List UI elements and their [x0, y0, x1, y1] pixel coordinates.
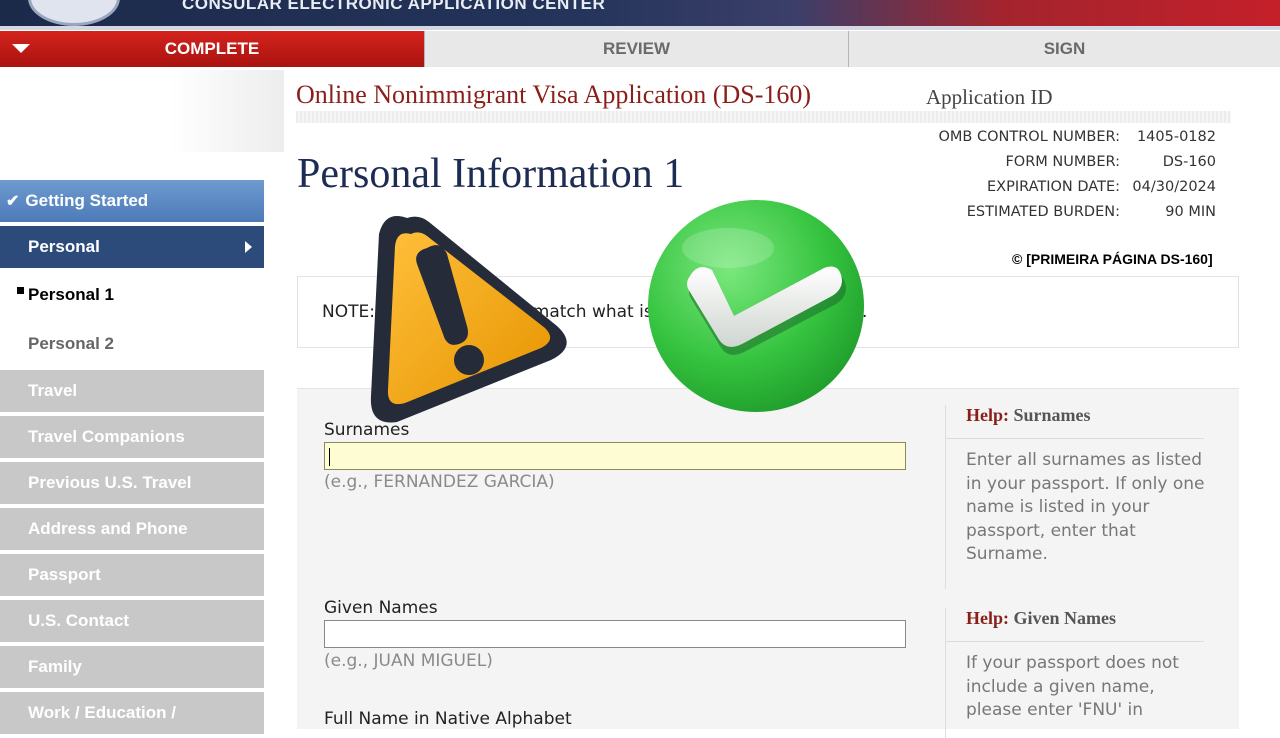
caret-right-icon — [245, 241, 252, 253]
surnames-example: (e.g., FERNANDEZ GARCIA) — [324, 472, 555, 492]
header-banner: CONSULAR ELECTRONIC APPLICATION CENTER — [0, 0, 1280, 30]
help-title: Given Names — [1013, 608, 1117, 628]
step-complete-label: COMPLETE — [164, 39, 260, 58]
nav-header-fade — [0, 70, 284, 152]
checkmark-icon: ✔ — [6, 193, 20, 210]
sidebar-item-label: Work / Education / — [28, 703, 176, 722]
current-page-bullet-icon — [17, 287, 24, 294]
omb-info: OMB CONTROL NUMBER: 1405-0182 FORM NUMBER… — [926, 124, 1217, 224]
page-title: Personal Information 1 — [297, 151, 685, 197]
banner-title: CONSULAR ELECTRONIC APPLICATION CENTER — [182, 0, 606, 13]
sidebar-item-label: Personal — [28, 237, 100, 256]
sidebar-item-getting-started[interactable]: ✔ Getting Started — [0, 180, 264, 222]
omb-value: 90 MIN — [1165, 203, 1216, 220]
application-title: Online Nonimmigrant Visa Application (DS… — [296, 80, 812, 109]
step-complete-tab[interactable]: COMPLETE — [0, 31, 424, 67]
given-names-input[interactable] — [324, 620, 906, 648]
sidebar-item-label: U.S. Contact — [28, 611, 130, 630]
sidebar-item-label: Travel Companions — [28, 427, 185, 446]
sidebar-item-travel[interactable]: Travel — [0, 370, 264, 412]
help-divider — [946, 641, 1204, 642]
sidebar-nav: ✔ Getting Started Personal Personal 1 Pe… — [0, 180, 264, 738]
chevron-down-icon — [12, 44, 30, 53]
help-given-names: Help: Given Names If your passport does … — [945, 608, 1204, 738]
omb-value: DS-160 — [1162, 153, 1216, 170]
surnames-input[interactable] — [324, 442, 906, 470]
state-department-seal — [28, 0, 120, 26]
sidebar-item-passport[interactable]: Passport — [0, 554, 264, 596]
help-divider — [946, 438, 1204, 439]
help-heading: Help: Given Names — [966, 608, 1116, 629]
help-prefix: Help: — [966, 608, 1009, 628]
omb-label: FORM NUMBER: — [1005, 153, 1120, 170]
application-id-label: Application ID — [926, 85, 1053, 109]
sidebar-item-label: Getting Started — [25, 191, 149, 210]
title-divider — [296, 111, 1231, 123]
omb-value: 1405-0182 — [1136, 128, 1216, 145]
sidebar-item-us-contact[interactable]: U.S. Contact — [0, 600, 264, 642]
sidebar-item-label: Previous U.S. Travel — [28, 473, 192, 492]
help-heading: Help: Surnames — [966, 405, 1091, 426]
given-names-label: Given Names — [324, 598, 438, 618]
help-prefix: Help: — [966, 405, 1009, 425]
sidebar-item-personal[interactable]: Personal — [0, 226, 264, 268]
copyright-caption: © [PRIMEIRA PÁGINA DS-160] — [1012, 251, 1213, 267]
sidebar-item-label: Personal 2 — [28, 334, 114, 353]
omb-label: ESTIMATED BURDEN: — [966, 203, 1120, 220]
sidebar-item-address-phone[interactable]: Address and Phone — [0, 508, 264, 550]
sidebar-item-work-education[interactable]: Work / Education / — [0, 692, 264, 734]
progress-steps: COMPLETE REVIEW SIGN — [0, 31, 1280, 67]
sidebar-item-previous-us-travel[interactable]: Previous U.S. Travel — [0, 462, 264, 504]
sidebar-item-label: Travel — [28, 381, 78, 400]
native-name-label: Full Name in Native Alphabet — [324, 709, 572, 729]
omb-row: FORM NUMBER: DS-160 — [926, 149, 1216, 174]
omb-label: OMB CONTROL NUMBER: — [938, 128, 1121, 145]
step-sign-label: SIGN — [1043, 39, 1086, 58]
step-review-label: REVIEW — [602, 39, 671, 58]
text-cursor — [329, 448, 330, 466]
sidebar-item-personal-1[interactable]: Personal 1 — [0, 272, 264, 318]
sidebar-item-label: Personal 1 — [28, 285, 114, 304]
omb-row: EXPIRATION DATE: 04/30/2024 — [926, 174, 1216, 199]
help-body: If your passport does not include a give… — [966, 653, 1179, 720]
omb-row: ESTIMATED BURDEN: 90 MIN — [926, 199, 1216, 224]
sidebar-item-label: Address and Phone — [28, 519, 188, 538]
help-body: Enter all surnames as listed in your pas… — [966, 450, 1205, 564]
sidebar-item-label: Family — [28, 657, 82, 676]
step-review-tab[interactable]: REVIEW — [424, 31, 849, 67]
omb-row: OMB CONTROL NUMBER: 1405-0182 — [926, 124, 1217, 149]
banner-stripe — [0, 26, 1280, 30]
sidebar-item-family[interactable]: Family — [0, 646, 264, 688]
omb-value: 04/30/2024 — [1132, 178, 1216, 195]
warning-icon — [370, 216, 567, 423]
checkmark-icon — [648, 200, 864, 412]
help-surnames: Help: Surnames Enter all surnames as lis… — [945, 405, 1205, 589]
help-title: Surnames — [1013, 405, 1091, 425]
sidebar-item-label: Passport — [28, 565, 101, 584]
sidebar-item-personal-2[interactable]: Personal 2 — [0, 321, 264, 367]
given-names-example: (e.g., JUAN MIGUEL) — [324, 651, 493, 671]
step-sign-tab[interactable]: SIGN — [849, 31, 1280, 67]
sidebar-item-travel-companions[interactable]: Travel Companions — [0, 416, 264, 458]
omb-label: EXPIRATION DATE: — [986, 178, 1120, 195]
